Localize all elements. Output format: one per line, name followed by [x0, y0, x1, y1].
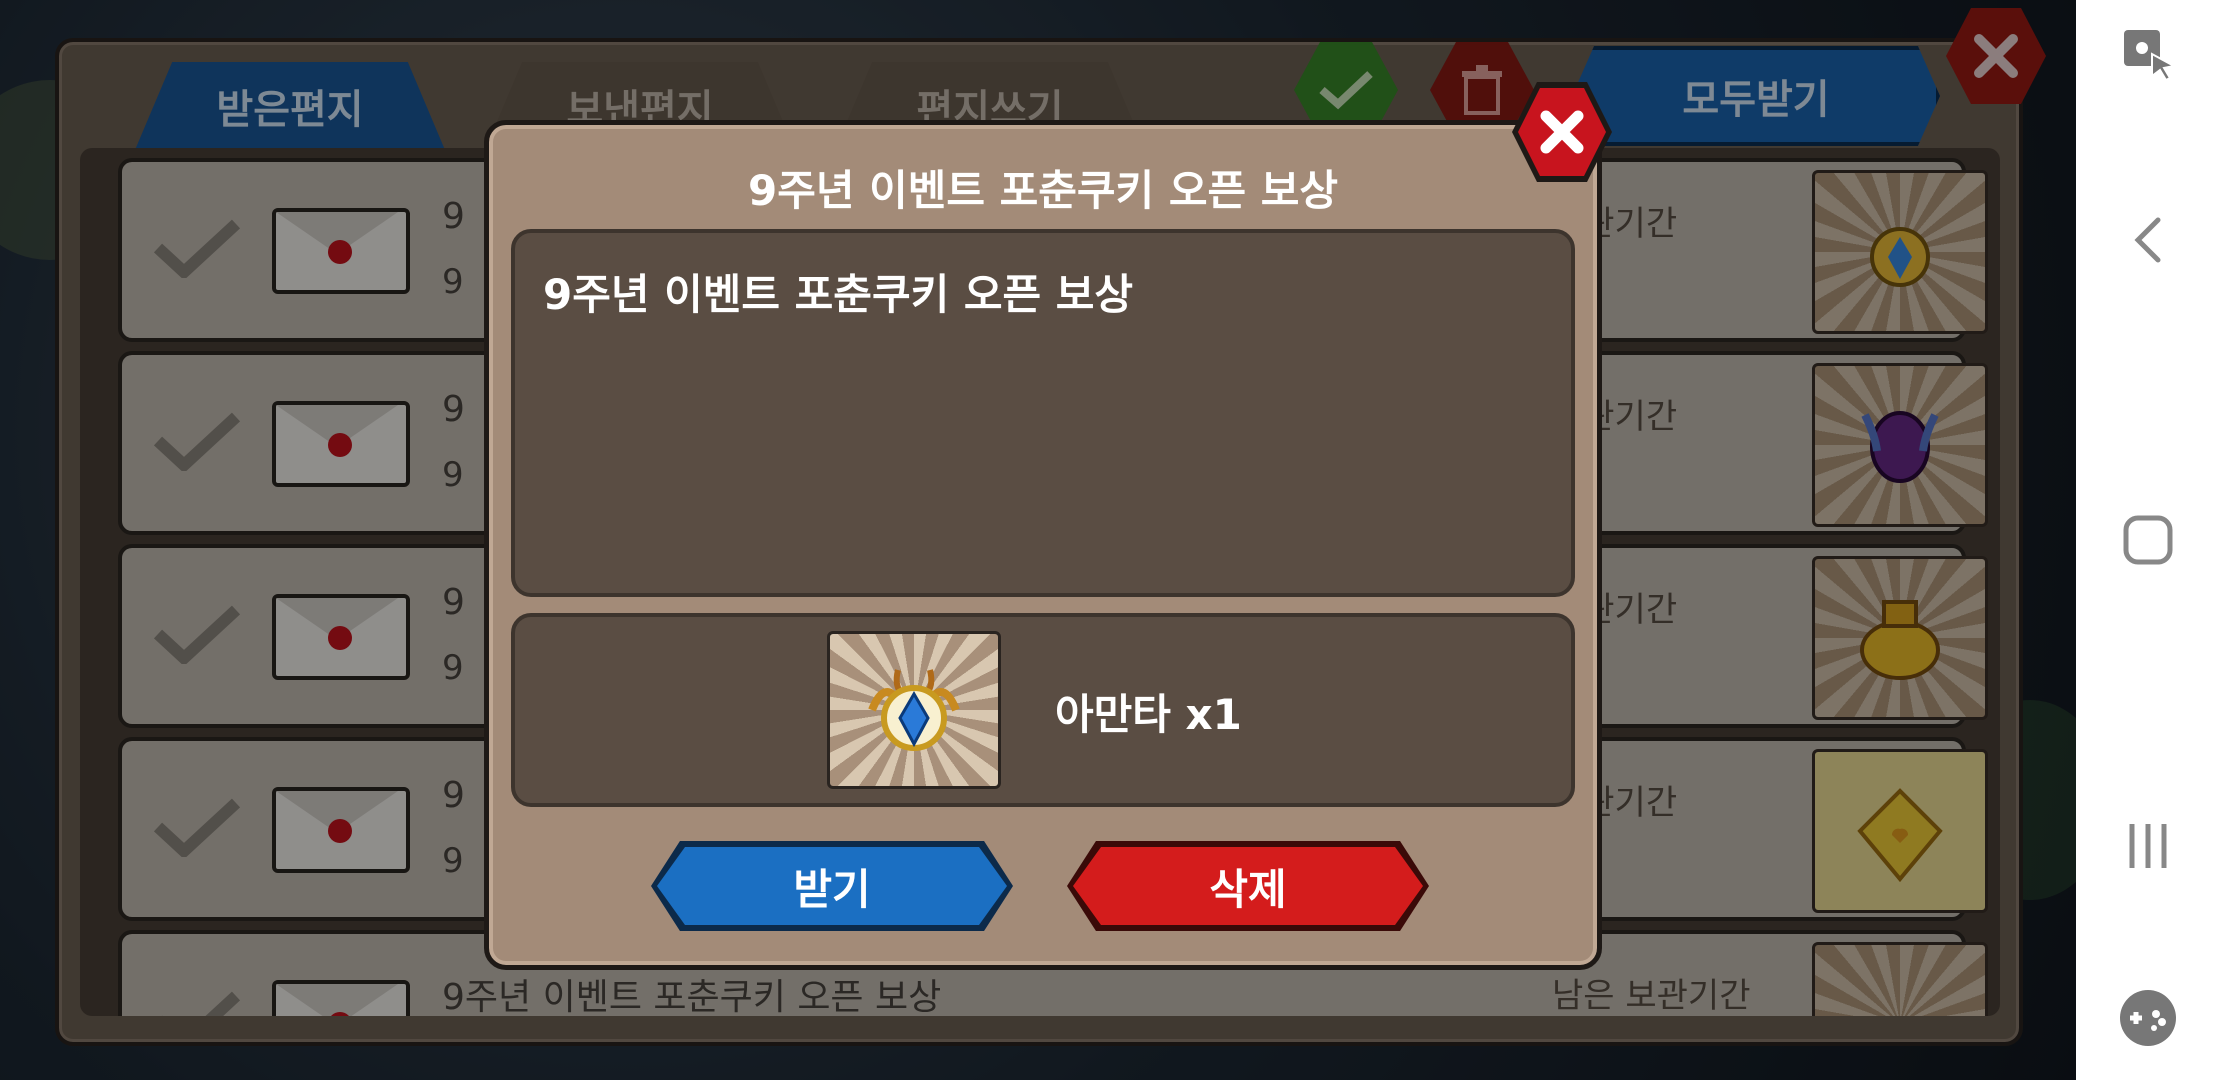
game-screen: 받은편지 보낸편지 편지쓰기 모두받기 9 9 보관기간7일 9 9 보관기간7… [0, 0, 2076, 1080]
receive-button[interactable]: 받기 [651, 841, 1013, 931]
game-tools-icon[interactable] [2118, 988, 2178, 1048]
recent-apps-icon[interactable] [2118, 816, 2178, 876]
home-icon[interactable] [2118, 510, 2178, 570]
close-icon [1540, 110, 1584, 154]
amanta-icon [827, 631, 1001, 789]
back-icon[interactable] [2118, 210, 2178, 270]
touch-lock-icon[interactable] [2118, 24, 2178, 84]
message-text: 9주년 이벤트 포춘쿠키 오픈 보상 [543, 270, 1134, 319]
message-box: 9주년 이벤트 포춘쿠키 오픈 보상 [511, 229, 1575, 597]
reward-label: 아만타 x1 [1055, 690, 1242, 739]
android-nav-bar [2076, 0, 2220, 1080]
delete-button[interactable]: 삭제 [1067, 841, 1429, 931]
dialog-title: 9주년 이벤트 포춘쿠키 오픈 보상 [747, 166, 1339, 215]
reward-dialog: 9주년 이벤트 포춘쿠키 오픈 보상 9주년 이벤트 포춘쿠키 오픈 보상 아만… [484, 120, 1602, 970]
reward-box: 아만타 x1 [511, 613, 1575, 807]
